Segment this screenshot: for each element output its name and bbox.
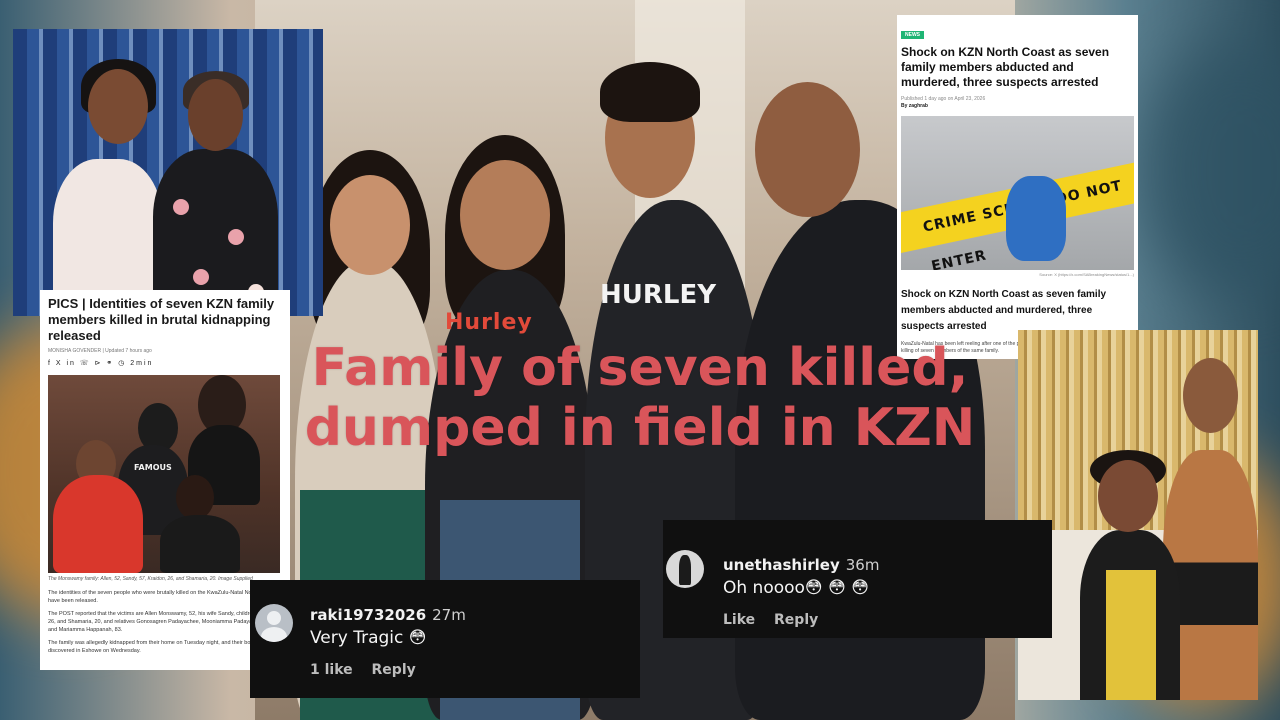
reply-button[interactable]: Reply	[372, 662, 416, 678]
woman-head	[1098, 460, 1158, 532]
dress-flower	[228, 229, 244, 245]
article-right-meta: Published 1 day ago on April 23, 2026 By…	[901, 96, 1134, 110]
username-text[interactable]: raki19732026	[310, 606, 426, 624]
article-left-paragraph: The identities of the seven people who w…	[48, 590, 274, 604]
elderly-women-photo	[13, 29, 323, 316]
person-1-head	[330, 175, 410, 275]
article-left-caption: The Monswamy family: Allen, 52, Sandy, 5…	[48, 576, 253, 582]
article-left-body: The identities of the seven people who w…	[48, 589, 282, 655]
photo-credit: Source: X (https://x.com/SABreakingNews/…	[1039, 272, 1134, 277]
like-button[interactable]: Like	[723, 612, 755, 628]
man-red-shirt	[53, 475, 143, 573]
woman-2-head	[188, 79, 243, 151]
comment-card: raki19732026 27m Very Tragic 😳 1 like Rep…	[250, 580, 640, 698]
boy-body	[160, 515, 240, 573]
article-left-paragraph: The POST reported that the victims are A…	[48, 611, 278, 633]
like-count-button[interactable]: 1 like	[310, 662, 353, 678]
published-date: Published 1 day ago on April 23, 2026	[901, 96, 986, 102]
crime-scene-photo: CRIME SCENE - DO NOT ENTER	[901, 116, 1134, 270]
blue-glove	[1006, 176, 1066, 261]
woman-1-head	[88, 69, 148, 144]
article-left-title: PICS | Identities of seven KZN family me…	[48, 296, 275, 343]
comment-username[interactable]: unethashirley 36m	[723, 556, 879, 574]
article-shirt-text: FAMOUS	[134, 463, 172, 472]
comment-card: unethashirley 36m Oh noooo😳 😳 😳 Like Repl…	[663, 520, 1052, 638]
comment-actions: 1 like Reply	[310, 662, 430, 678]
article-right-title: Shock on KZN North Coast as seven family…	[901, 45, 1110, 89]
boy-head	[176, 475, 214, 520]
shirt-logo-2: HURLEY	[600, 280, 717, 310]
avatar-body-shape	[261, 627, 287, 642]
man-head	[1183, 358, 1238, 433]
person-3-hair	[600, 62, 700, 122]
comment-time: 36m	[845, 556, 880, 574]
dress-flower	[173, 199, 189, 215]
news-badge: NEWS	[901, 31, 924, 39]
comment-username[interactable]: raki19732026 27m	[310, 606, 466, 624]
dress-flower	[193, 269, 209, 285]
woman-yellow-dress	[1106, 570, 1156, 700]
headline-line-2: dumped in field in KZN	[304, 398, 976, 458]
avatar-figure	[679, 555, 691, 585]
elderly-woman-man-photo	[1018, 330, 1258, 700]
username-text[interactable]: unethashirley	[723, 556, 840, 574]
article-left-paragraph: The family was allegedly kidnapped from …	[48, 640, 274, 654]
comment-actions: Like Reply	[723, 612, 832, 628]
comment-text: Very Tragic 😳	[310, 628, 427, 648]
reply-button[interactable]: Reply	[774, 612, 818, 628]
byline: By zaghrab	[901, 103, 928, 109]
headline-line-1: Family of seven killed,	[311, 338, 969, 398]
user-avatar[interactable]	[666, 550, 704, 588]
person-4-head	[755, 82, 860, 217]
avatar-head-shape	[267, 611, 281, 625]
thumbnail-headline: Family of seven killed, dumped in field …	[240, 338, 1040, 458]
comment-time: 27m	[432, 606, 466, 624]
comment-text: Oh noooo😳 😳 😳	[723, 578, 869, 598]
article-right-title-repeat: Shock on KZN North Coast as seven family…	[901, 289, 1107, 332]
background-blur-teal	[1140, 40, 1280, 300]
person-2-head	[460, 160, 550, 270]
shirt-logo-1: Hurley	[445, 310, 533, 335]
news-article-right: NEWS Shock on KZN North Coast as seven f…	[897, 15, 1138, 359]
default-avatar-icon[interactable]	[255, 604, 293, 642]
